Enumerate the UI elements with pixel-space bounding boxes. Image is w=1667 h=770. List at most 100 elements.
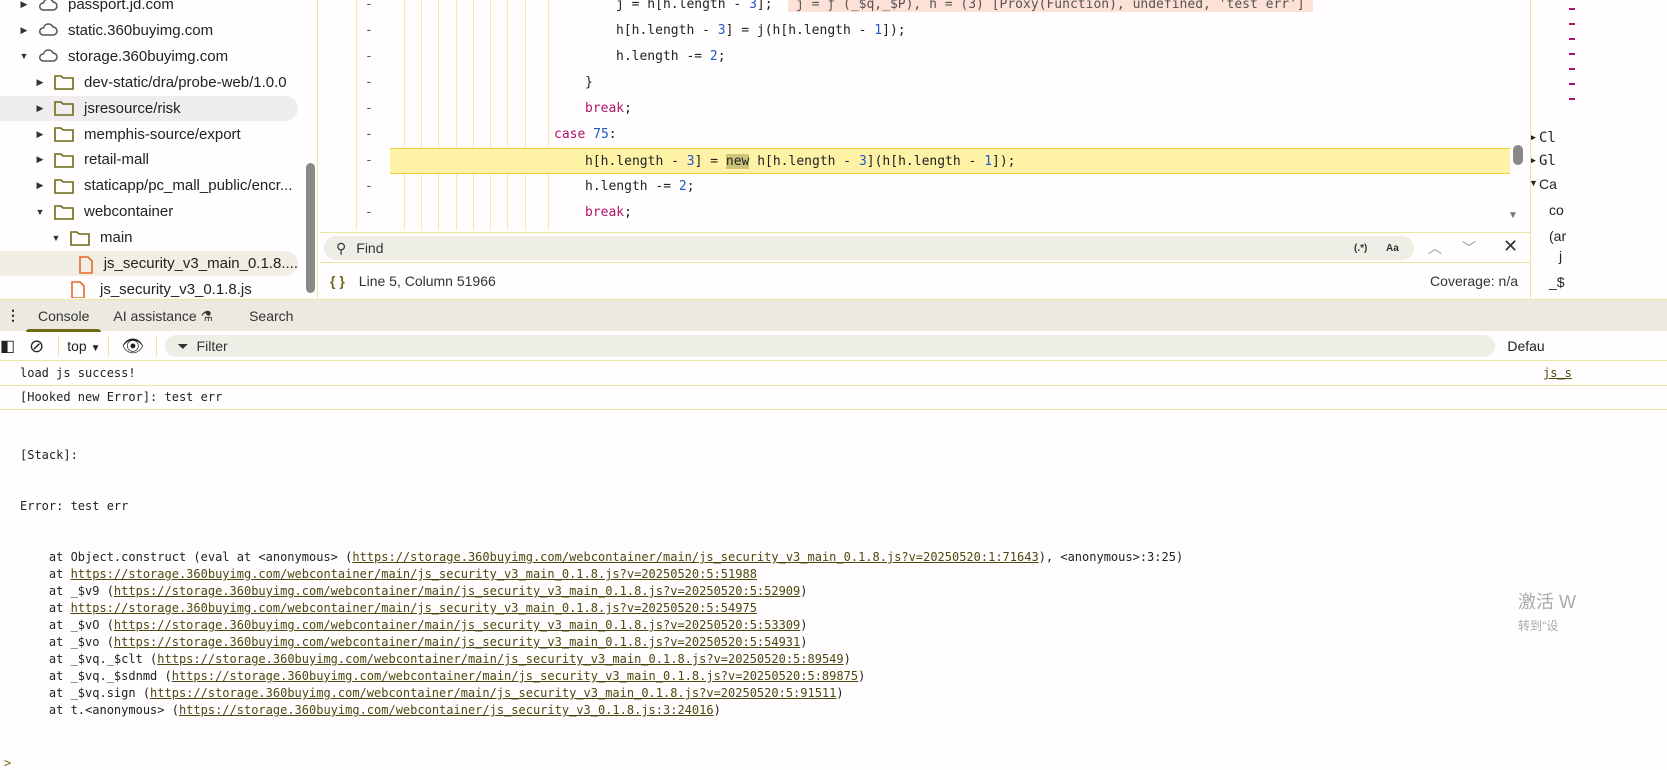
section-header[interactable]: Gl — [1539, 153, 1556, 169]
collapse-triangle-icon[interactable]: ▶ — [34, 154, 46, 165]
frame-link[interactable]: https://storage.360buyimg.com/webcontain… — [114, 584, 800, 598]
tab-ai-assistance[interactable]: AI assistance ⚗ — [101, 300, 225, 332]
frame-prefix: at t.<anonymous> ( — [20, 703, 179, 717]
message-text: load js success! — [20, 366, 136, 380]
code-token: h[h.length - — [749, 154, 859, 169]
code-token: ] = — [694, 154, 726, 169]
chevron-down-icon: ▼ — [90, 343, 101, 354]
find-bar: ⚲ Find (.*) Aa ︿ ﹀ ✕ — [320, 232, 1530, 263]
more-tools-icon[interactable]: ⋮ — [0, 307, 26, 324]
file-navigator: ▶ passport.jd.com ▶ static.360buyimg.com ▼ st… — [0, 0, 318, 298]
frame-link[interactable]: https://storage.360buyimg.com/webcontain… — [114, 618, 800, 632]
frame-link[interactable]: https://storage.360buyimg.com/webcontain… — [114, 635, 800, 649]
collapse-triangle-icon[interactable]: ▶ — [34, 180, 46, 191]
watermark-line: 激活 W — [1518, 592, 1576, 612]
cloud-icon — [38, 22, 58, 38]
tree-item[interactable]: ▶ dev-static/dra/probe-web/1.0.0 — [0, 70, 298, 95]
close-icon[interactable]: ✕ — [1503, 236, 1518, 257]
stack-frame: at _$vo (https://storage.360buyimg.com/w… — [20, 634, 1647, 651]
frame-prefix: at — [20, 567, 71, 581]
cursor-position: Line 5, Column 51966 — [358, 273, 496, 289]
match-case-toggle[interactable]: Aa — [1386, 243, 1399, 254]
next-match-icon[interactable]: ﹀ — [1462, 238, 1476, 258]
cloud-icon — [38, 0, 58, 13]
clear-console-icon[interactable]: ⊘ — [29, 336, 44, 357]
find-input[interactable]: ⚲ Find (.*) Aa — [324, 236, 1414, 260]
tree-item[interactable]: ▶ passport.jd.com — [0, 0, 298, 17]
collapse-triangle-icon[interactable]: ▶ — [34, 103, 46, 114]
tree-item[interactable]: ▶ retail-mall — [0, 147, 298, 172]
code-content: h[h.length - 3] = j(h[h.length - 1]); — [616, 18, 906, 44]
tree-item[interactable]: ▶ jsresource/risk — [0, 95, 298, 121]
frame-suffix: ) — [843, 652, 851, 666]
filter-input[interactable]: ⏷ Filter — [165, 335, 1496, 357]
code-token: : — [608, 127, 617, 142]
tree-item[interactable]: ▼ webcontainer — [0, 199, 298, 224]
collapse-triangle-icon[interactable]: ▶ — [34, 77, 46, 88]
scope-item: j — [1559, 248, 1563, 264]
frame-link[interactable]: https://storage.360buyimg.com/webcontain… — [172, 669, 858, 683]
code-line: break; — [320, 96, 1510, 122]
frame-link[interactable]: https://storage.360buyimg.com/webcontain… — [352, 550, 1038, 564]
divider — [58, 336, 60, 356]
scope-item: co — [1549, 202, 1564, 218]
expand-triangle-icon[interactable]: ▼ — [50, 233, 62, 243]
code-token: break — [585, 205, 625, 220]
code-token: ; — [624, 205, 632, 220]
expand-triangle-icon[interactable]: ▼ — [18, 51, 30, 61]
previous-match-icon[interactable]: ︿ — [1428, 238, 1442, 258]
tree-item-label: memphis-source/export — [84, 125, 241, 143]
frame-link[interactable]: https://storage.360buyimg.com/webcontain… — [71, 601, 757, 615]
expand-triangle-icon[interactable]: ▼ — [34, 207, 46, 217]
tab-console[interactable]: Console — [26, 300, 102, 332]
frame-link[interactable]: https://storage.360buyimg.com/webcontain… — [179, 703, 714, 717]
code-token: 2 — [678, 179, 687, 194]
tree-item[interactable]: ▼ main — [0, 225, 298, 250]
stack-frame: at https://storage.360buyimg.com/webcont… — [20, 600, 1647, 617]
code-line: h.length -= 2; — [320, 44, 1510, 70]
log-levels-dropdown[interactable]: Defau — [1507, 338, 1544, 354]
code-token: ; — [624, 101, 632, 116]
tree-item[interactable]: js_security_v3_main_0.1.8.... — [0, 251, 298, 276]
code-editor[interactable]: - j = h[h.length - 3]; j = ƒ (_$q,_$P), h… — [320, 0, 1530, 230]
editor-scrollbar[interactable] — [1513, 145, 1523, 165]
tree-item[interactable]: ▼ storage.360buyimg.com — [0, 44, 298, 69]
tree-item[interactable]: ▶ static.360buyimg.com — [0, 18, 298, 43]
collapse-triangle-icon[interactable]: ▶ — [18, 25, 30, 36]
stack-frame: at _$vq._$clt (https://storage.360buyimg… — [20, 651, 1647, 668]
pretty-print-icon[interactable]: { } — [330, 273, 345, 289]
tab-search[interactable]: Search — [237, 300, 305, 332]
frame-link[interactable]: https://storage.360buyimg.com/webcontain… — [157, 652, 843, 666]
collapse-triangle-icon[interactable]: ▶ — [18, 0, 30, 10]
source-link[interactable]: js_s — [1543, 365, 1572, 382]
sidebar-toggle-icon[interactable]: ◧ — [0, 336, 15, 356]
section-header[interactable]: Ca — [1539, 176, 1557, 192]
code-line: h.length -= 2; — [320, 174, 1510, 200]
frame-prefix: at _$vq.sign ( — [20, 686, 151, 700]
collapse-triangle-icon[interactable]: ▶ — [34, 129, 46, 140]
frame-link[interactable]: https://storage.360buyimg.com/webcontain… — [71, 567, 757, 581]
tree-item-label: storage.360buyimg.com — [68, 47, 229, 65]
frame-prefix: at _$vO ( — [20, 618, 114, 632]
code-token: ]; — [756, 0, 789, 12]
console-prompt[interactable]: > — [0, 756, 1667, 770]
code-line: j = h[h.length - 3]; j = ƒ (_$q,_$P), h … — [320, 0, 1510, 18]
file-icon — [70, 281, 90, 298]
regex-toggle[interactable]: (.*) — [1354, 243, 1367, 254]
console-output: load js success! js_s [Hooked new Error]:… — [0, 362, 1667, 770]
stack-frame: at Object.construct (eval at <anonymous>… — [20, 549, 1647, 566]
frame-link[interactable]: https://storage.360buyimg.com/webcontain… — [150, 686, 836, 700]
tree-item[interactable]: ▶ staticapp/pc_mall_public/encr... — [0, 173, 298, 198]
tree-item-label: js_security_v3_main_0.1.8.... — [103, 255, 298, 272]
scroll-down-arrow-icon[interactable]: ▼ — [1508, 210, 1518, 221]
section-header[interactable]: Cl — [1539, 130, 1556, 146]
context-selector[interactable]: top ▼ — [67, 338, 100, 354]
code-content: case 75: — [554, 122, 617, 148]
message-text: [Hooked new Error]: test err — [20, 390, 223, 404]
flask-icon: ⚗ — [200, 307, 214, 324]
tree-item-label: js_security_v3_0.1.8.js — [100, 280, 252, 298]
tree-item[interactable]: js_security_v3_0.1.8.js — [0, 277, 298, 298]
tree-item[interactable]: ▶ memphis-source/export — [0, 122, 298, 147]
live-expression-eye-icon[interactable]: 👁 — [121, 336, 144, 357]
sidebar-scrollbar[interactable] — [306, 163, 315, 293]
